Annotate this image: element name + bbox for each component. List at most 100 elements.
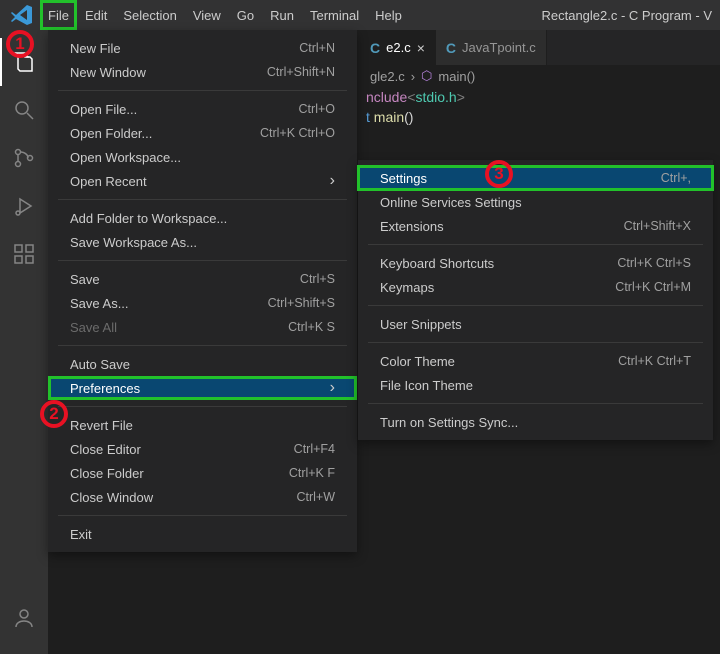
menu-item-label: File Icon Theme bbox=[380, 378, 473, 393]
menu-terminal[interactable]: Terminal bbox=[302, 0, 367, 30]
file-menu-item[interactable]: Close Window Ctrl+W bbox=[48, 485, 357, 509]
menu-item-shortcut: Ctrl+O bbox=[299, 102, 335, 116]
tab-active[interactable]: C e2.c × bbox=[360, 30, 436, 65]
menu-item-label: Auto Save bbox=[70, 357, 130, 372]
menu-item-shortcut: Ctrl+Shift+X bbox=[624, 219, 691, 233]
c-file-icon: C bbox=[370, 40, 380, 56]
menu-file[interactable]: File bbox=[40, 0, 77, 30]
menu-item-label: Keymaps bbox=[380, 280, 434, 295]
menu-item-label: Open File... bbox=[70, 102, 137, 117]
file-menu-item[interactable]: Save Ctrl+S bbox=[48, 267, 357, 291]
file-menu-item[interactable]: Preferences bbox=[48, 376, 357, 400]
menu-item-shortcut: Ctrl+Shift+S bbox=[268, 296, 335, 310]
menu-item-label: Close Editor bbox=[70, 442, 141, 457]
pref-menu-item[interactable]: Keymaps Ctrl+K Ctrl+M bbox=[358, 275, 713, 299]
menubar: File Edit Selection View Go Run Terminal… bbox=[0, 0, 720, 30]
file-menu-item[interactable]: Open File... Ctrl+O bbox=[48, 97, 357, 121]
file-menu-item[interactable]: Close Editor Ctrl+F4 bbox=[48, 437, 357, 461]
file-menu-item[interactable]: New Window Ctrl+Shift+N bbox=[48, 60, 357, 84]
file-menu-item[interactable]: Open Folder...Ctrl+K Ctrl+O bbox=[48, 121, 357, 145]
menu-item-label: Turn on Settings Sync... bbox=[380, 415, 518, 430]
file-menu-item[interactable]: Save All Ctrl+K S bbox=[48, 315, 357, 339]
menu-item-label: Settings bbox=[380, 171, 427, 186]
breadcrumbs[interactable]: gle2.c › ⬡ main() bbox=[360, 65, 720, 87]
menu-go[interactable]: Go bbox=[229, 0, 262, 30]
menu-item-label: Preferences bbox=[70, 381, 140, 396]
accounts-icon[interactable] bbox=[0, 594, 48, 642]
pref-menu-item[interactable]: Color Theme Ctrl+K Ctrl+T bbox=[358, 349, 713, 373]
menu-edit[interactable]: Edit bbox=[77, 0, 115, 30]
breadcrumb-symbol: main() bbox=[438, 69, 475, 84]
pref-menu-item[interactable]: Keyboard Shortcuts Ctrl+K Ctrl+S bbox=[358, 251, 713, 275]
menu-item-label: Add Folder to Workspace... bbox=[70, 211, 227, 226]
menu-item-shortcut: Ctrl+W bbox=[296, 490, 335, 504]
menu-item-shortcut: Ctrl+F4 bbox=[294, 442, 335, 456]
activity-bar bbox=[0, 30, 48, 654]
annotation-badge-2: 2 bbox=[40, 400, 68, 428]
menu-item-label: Open Recent bbox=[70, 174, 147, 189]
pref-menu-item[interactable]: Settings Ctrl+, bbox=[358, 166, 713, 190]
chevron-icon: › bbox=[411, 69, 415, 84]
tab-label: JavaTpoint.c bbox=[462, 40, 536, 55]
menu-item-label: Save bbox=[70, 272, 100, 287]
menu-item-label: Color Theme bbox=[380, 354, 455, 369]
source-control-icon[interactable] bbox=[0, 134, 48, 182]
file-menu-item[interactable]: Save Workspace As... bbox=[48, 230, 357, 254]
symbol-icon: ⬡ bbox=[421, 68, 432, 84]
file-menu-item[interactable]: Revert File bbox=[48, 413, 357, 437]
tab-other[interactable]: C JavaTpoint.c bbox=[436, 30, 547, 65]
close-icon[interactable]: × bbox=[417, 40, 425, 56]
pref-menu-item[interactable]: Turn on Settings Sync... bbox=[358, 410, 713, 434]
menu-item-shortcut: Ctrl+S bbox=[300, 272, 335, 286]
breadcrumb-file: gle2.c bbox=[370, 69, 405, 84]
menu-item-shortcut: Ctrl+K Ctrl+M bbox=[615, 280, 691, 294]
file-menu-item[interactable]: Close FolderCtrl+K F bbox=[48, 461, 357, 485]
window-title: Rectangle2.c - C Program - V bbox=[541, 8, 716, 23]
file-menu-item[interactable]: Exit bbox=[48, 522, 357, 546]
menu-item-label: New File bbox=[70, 41, 121, 56]
file-menu-item[interactable]: Auto Save bbox=[48, 352, 357, 376]
run-debug-icon[interactable] bbox=[0, 182, 48, 230]
menu-item-shortcut: Ctrl+K Ctrl+O bbox=[260, 126, 335, 140]
file-menu-item[interactable]: Save As... Ctrl+Shift+S bbox=[48, 291, 357, 315]
search-icon[interactable] bbox=[0, 86, 48, 134]
menu-item-label: New Window bbox=[70, 65, 146, 80]
c-file-icon: C bbox=[446, 40, 456, 56]
menu-item-shortcut: Ctrl+K Ctrl+S bbox=[617, 256, 691, 270]
pref-menu-item[interactable]: File Icon Theme bbox=[358, 373, 713, 397]
pref-menu-item[interactable]: Online Services Settings bbox=[358, 190, 713, 214]
extensions-icon[interactable] bbox=[0, 230, 48, 278]
vscode-logo-icon bbox=[10, 3, 34, 27]
annotation-badge-3: 3 bbox=[485, 160, 513, 188]
file-menu-item[interactable]: New File Ctrl+N bbox=[48, 36, 357, 60]
menu-item-label: Open Workspace... bbox=[70, 150, 181, 165]
menu-item-label: Save As... bbox=[70, 296, 129, 311]
menu-item-shortcut: Ctrl+N bbox=[299, 41, 335, 55]
menu-selection[interactable]: Selection bbox=[115, 0, 184, 30]
pref-menu-item[interactable]: Extensions Ctrl+Shift+X bbox=[358, 214, 713, 238]
menu-item-shortcut: Ctrl+K S bbox=[288, 320, 335, 334]
menu-item-label: Keyboard Shortcuts bbox=[380, 256, 494, 271]
menu-item-shortcut: Ctrl+K F bbox=[289, 466, 335, 480]
pref-menu-item[interactable]: User Snippets bbox=[358, 312, 713, 336]
file-menu-item[interactable]: Open Recent bbox=[48, 169, 357, 193]
menu-run[interactable]: Run bbox=[262, 0, 302, 30]
annotation-badge-1: 1 bbox=[6, 30, 34, 58]
tab-bar: C e2.c × C JavaTpoint.c bbox=[360, 30, 720, 65]
menu-item-label: Save All bbox=[70, 320, 117, 335]
tab-label: e2.c bbox=[386, 40, 411, 55]
file-menu-item[interactable]: Open Workspace... bbox=[48, 145, 357, 169]
menu-item-label: Revert File bbox=[70, 418, 133, 433]
file-menu-item[interactable]: Add Folder to Workspace... bbox=[48, 206, 357, 230]
file-menu-dropdown: New File Ctrl+N New Window Ctrl+Shift+N Open… bbox=[48, 30, 357, 552]
menu-item-label: Extensions bbox=[380, 219, 444, 234]
menu-item-shortcut: Ctrl+, bbox=[661, 171, 691, 185]
menu-item-shortcut: Ctrl+K Ctrl+T bbox=[618, 354, 691, 368]
code-editor[interactable]: nclude<stdio.h> t main() bbox=[360, 87, 720, 127]
menu-item-label: Close Window bbox=[70, 490, 153, 505]
menu-view[interactable]: View bbox=[185, 0, 229, 30]
menu-help[interactable]: Help bbox=[367, 0, 410, 30]
menu-item-shortcut: Ctrl+Shift+N bbox=[267, 65, 335, 79]
menu-item-label: Exit bbox=[70, 527, 92, 542]
preferences-submenu: SettingsCtrl+,Online Services SettingsEx… bbox=[358, 160, 713, 440]
